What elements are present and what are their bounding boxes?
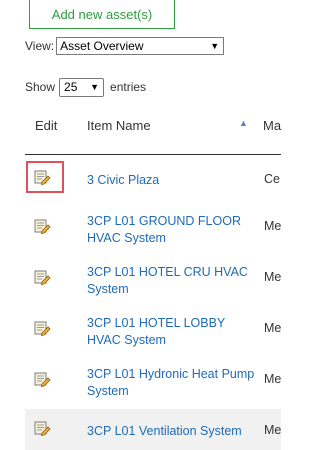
table-row: 3CP L01 HOTEL LOBBY HVAC System Me — [25, 307, 281, 358]
entries-label: entries — [110, 80, 147, 94]
table-row: 3CP L01 Ventilation System Me — [25, 409, 281, 450]
view-selector-row: View: Asset Overview ▼ — [25, 37, 225, 55]
edit-highlight-marker — [26, 161, 64, 193]
chevron-down-icon: ▼ — [90, 82, 100, 92]
item-name-link[interactable]: 3CP L01 HOTEL LOBBY HVAC System — [87, 315, 255, 349]
page-length-row: Show 25 ▼ entries — [25, 77, 146, 97]
table-cell: Me — [264, 270, 282, 284]
add-new-asset-button[interactable]: Add new asset(s) — [29, 0, 175, 29]
table-cell: Me — [264, 219, 282, 233]
item-name-link[interactable]: 3CP L01 HOTEL CRU HVAC System — [87, 264, 255, 298]
column-header-item-name[interactable]: Item Name — [87, 118, 151, 133]
edit-pencil-icon[interactable] — [33, 319, 51, 337]
column-header-edit: Edit — [35, 118, 58, 133]
entries-value: 25 — [64, 80, 78, 94]
sort-asc-icon[interactable]: ▲ — [239, 118, 248, 128]
edit-pencil-icon[interactable] — [33, 217, 51, 235]
item-name-link[interactable]: 3CP L01 Hydronic Heat Pump System — [87, 366, 255, 400]
table-cell: Me — [264, 321, 282, 335]
entries-select[interactable]: 25 ▼ — [59, 77, 105, 97]
item-name-link[interactable]: 3CP L01 GROUND FLOOR HVAC System — [87, 213, 255, 247]
item-name-link[interactable]: 3 Civic Plaza — [87, 172, 255, 189]
view-label: View: — [25, 39, 55, 53]
view-select[interactable]: Asset Overview ▼ — [56, 37, 225, 55]
table-row: 3CP L01 Hydronic Heat Pump System Me — [25, 358, 281, 409]
view-selected-value: Asset Overview — [60, 39, 144, 53]
table-header: Edit Item Name ▲ Ma — [25, 111, 281, 155]
show-label: Show — [25, 80, 56, 94]
item-name-link[interactable]: 3CP L01 Ventilation System — [87, 423, 255, 440]
edit-pencil-icon[interactable] — [33, 419, 51, 437]
column-header-next[interactable]: Ma — [263, 118, 281, 133]
chevron-down-icon: ▼ — [210, 41, 220, 51]
edit-pencil-icon[interactable] — [33, 268, 51, 286]
table-cell: Ce — [264, 172, 280, 186]
table-row: 3CP L01 GROUND FLOOR HVAC System Me — [25, 205, 281, 256]
table-row: 3CP L01 HOTEL CRU HVAC System Me — [25, 256, 281, 307]
edit-pencil-icon[interactable] — [33, 370, 51, 388]
table-cell: Me — [264, 372, 282, 386]
table-cell: Me — [264, 423, 282, 437]
